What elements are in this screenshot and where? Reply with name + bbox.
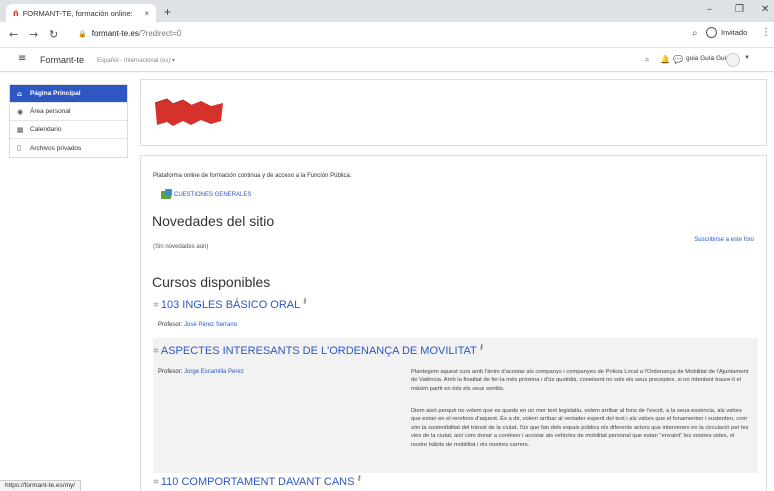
profile-button[interactable]: Invitado	[706, 27, 747, 38]
sidebar-item-label: Página Principal	[30, 90, 81, 97]
window-close-icon[interactable]: ✕	[761, 4, 769, 15]
notifications-icon[interactable]: 🔔	[660, 55, 670, 64]
course-title-text: ASPECTES INTERESANTS DE L'ORDENANÇA DE M…	[160, 345, 477, 357]
course-bullet-icon: ✲	[153, 301, 159, 309]
browser-menu-icon[interactable]: ⋮	[761, 27, 771, 38]
user-name[interactable]: guia Guía Guía	[686, 55, 730, 62]
zoom-search-icon[interactable]: ⌕	[692, 28, 698, 39]
url-host: formant-te.es	[91, 29, 139, 38]
reload-icon[interactable]: ↻	[49, 28, 58, 41]
url-field[interactable]: 🔒 formant-te.es/?redirect=0	[78, 29, 181, 38]
course-summary-paragraph: Plantegem aquest curs amb l'ànim d'acost…	[411, 369, 749, 392]
sidebar-item-calendar[interactable]: ▦ Calendario	[10, 121, 127, 139]
browser-tab-bar: ñ FORMANT-TE, formación online: × + – ❐ …	[0, 0, 774, 22]
site-intro-text: Plataforma online de formación continua …	[153, 173, 352, 179]
no-news-text: (Sin novedades aún)	[153, 244, 209, 250]
user-menu-caret-icon[interactable]: ▼	[744, 55, 750, 61]
guest-access-key-icon: ⚷	[478, 343, 484, 351]
main-content: Plataforma online de formación continua …	[140, 155, 767, 491]
minimize-icon[interactable]: –	[707, 4, 712, 15]
sidebar-nav: ⌂ Página Principal ◉ Área personal ▦ Cal…	[9, 84, 128, 158]
sidebar-item-private-files[interactable]: ▯ Archivos privados	[10, 139, 127, 157]
header-banner	[140, 79, 767, 146]
sidebar-item-label: Archivos privados	[30, 144, 82, 152]
sidebar-item-label: Área personal	[30, 108, 71, 115]
course-title-text: 110 COMPORTAMENT DAVANT CANS	[160, 476, 355, 488]
teacher-link[interactable]: Jorge Escamilla Perez	[184, 369, 244, 375]
calendar-icon: ▦	[17, 125, 24, 134]
teacher-link[interactable]: José Pérez Serrano	[184, 322, 237, 328]
teacher-label: Profesor:	[158, 322, 183, 328]
sidebar-item-home[interactable]: ⌂ Página Principal	[10, 85, 127, 103]
forward-icon[interactable]: →	[29, 28, 38, 41]
course-title-link[interactable]: ✲ 103 INGLES BÁSICO ORAL ⚷	[153, 297, 308, 311]
language-label: Español - Internacional (es)	[97, 58, 171, 64]
news-heading: Novedades del sitio	[152, 213, 275, 229]
file-icon: ▯	[17, 144, 21, 152]
url-path: /?redirect=0	[138, 29, 182, 38]
course-teacher: Profesor: Jorge Escamilla Perez	[158, 369, 244, 375]
course-title-link[interactable]: ✲ ASPECTES INTERESANTS DE L'ORDENANÇA DE…	[153, 343, 484, 357]
course-summary-paragraph: Diem això perquè no volem que es quede e…	[411, 408, 749, 448]
sidebar-item-dashboard[interactable]: ◉ Área personal	[10, 103, 127, 121]
course-teacher: Profesor: José Pérez Serrano	[158, 322, 237, 328]
course-title-link[interactable]: ✲ 110 COMPORTAMENT DAVANT CANS ⚷	[153, 474, 362, 488]
site-logo	[154, 98, 223, 126]
restore-icon[interactable]: ❐	[735, 4, 744, 15]
home-icon: ⌂	[17, 89, 23, 98]
forum-icon	[161, 189, 172, 199]
back-icon[interactable]: ←	[9, 28, 18, 41]
site-favicon-icon: ñ	[13, 8, 19, 18]
address-bar: ← → ↻ 🔒 formant-te.es/?redirect=0 ⌕ Invi…	[0, 22, 774, 48]
browser-status-url: https://formant-te.es/my/	[0, 480, 82, 491]
site-brand[interactable]: Formant-te	[40, 55, 84, 65]
course-bullet-icon: ✲	[153, 347, 159, 355]
messages-icon[interactable]: 💬	[673, 55, 683, 64]
teacher-label: Profesor:	[158, 369, 183, 375]
tab-title: FORMANT-TE, formación online:	[22, 8, 133, 18]
sidebar-item-label: Calendario	[30, 126, 62, 133]
courses-heading: Cursos disponibles	[152, 274, 271, 290]
browser-tab[interactable]: ñ FORMANT-TE, formación online: ×	[6, 4, 156, 22]
subscribe-forum-link[interactable]: Suscribirse a este foro	[694, 237, 754, 243]
user-avatar[interactable]	[726, 53, 740, 67]
new-tab-button[interactable]: +	[164, 5, 171, 19]
language-selector[interactable]: Español - Internacional (es) ▾	[97, 57, 175, 64]
guest-access-key-icon: ⚷	[302, 297, 308, 305]
site-navbar: ≡ Formant-te Español - Internacional (es…	[0, 48, 774, 72]
general-questions-link[interactable]: CUESTIONES GENERALES	[161, 189, 252, 199]
dashboard-icon: ◉	[17, 107, 24, 116]
course-box-highlighted	[153, 338, 758, 473]
menu-toggle-icon[interactable]: ≡	[18, 53, 26, 64]
course-bullet-icon: ✲	[153, 478, 159, 486]
general-questions-label: CUESTIONES GENERALES	[174, 192, 252, 198]
course-title-text: 103 INGLES BÁSICO ORAL	[160, 299, 301, 311]
guest-access-key-icon: ⚷	[356, 474, 362, 482]
profile-avatar-icon	[706, 27, 717, 38]
lock-icon: 🔒	[78, 30, 87, 38]
tab-close-icon[interactable]: ×	[144, 9, 149, 18]
profile-name: Invitado	[721, 28, 748, 37]
search-icon[interactable]: ⌕	[645, 55, 649, 65]
